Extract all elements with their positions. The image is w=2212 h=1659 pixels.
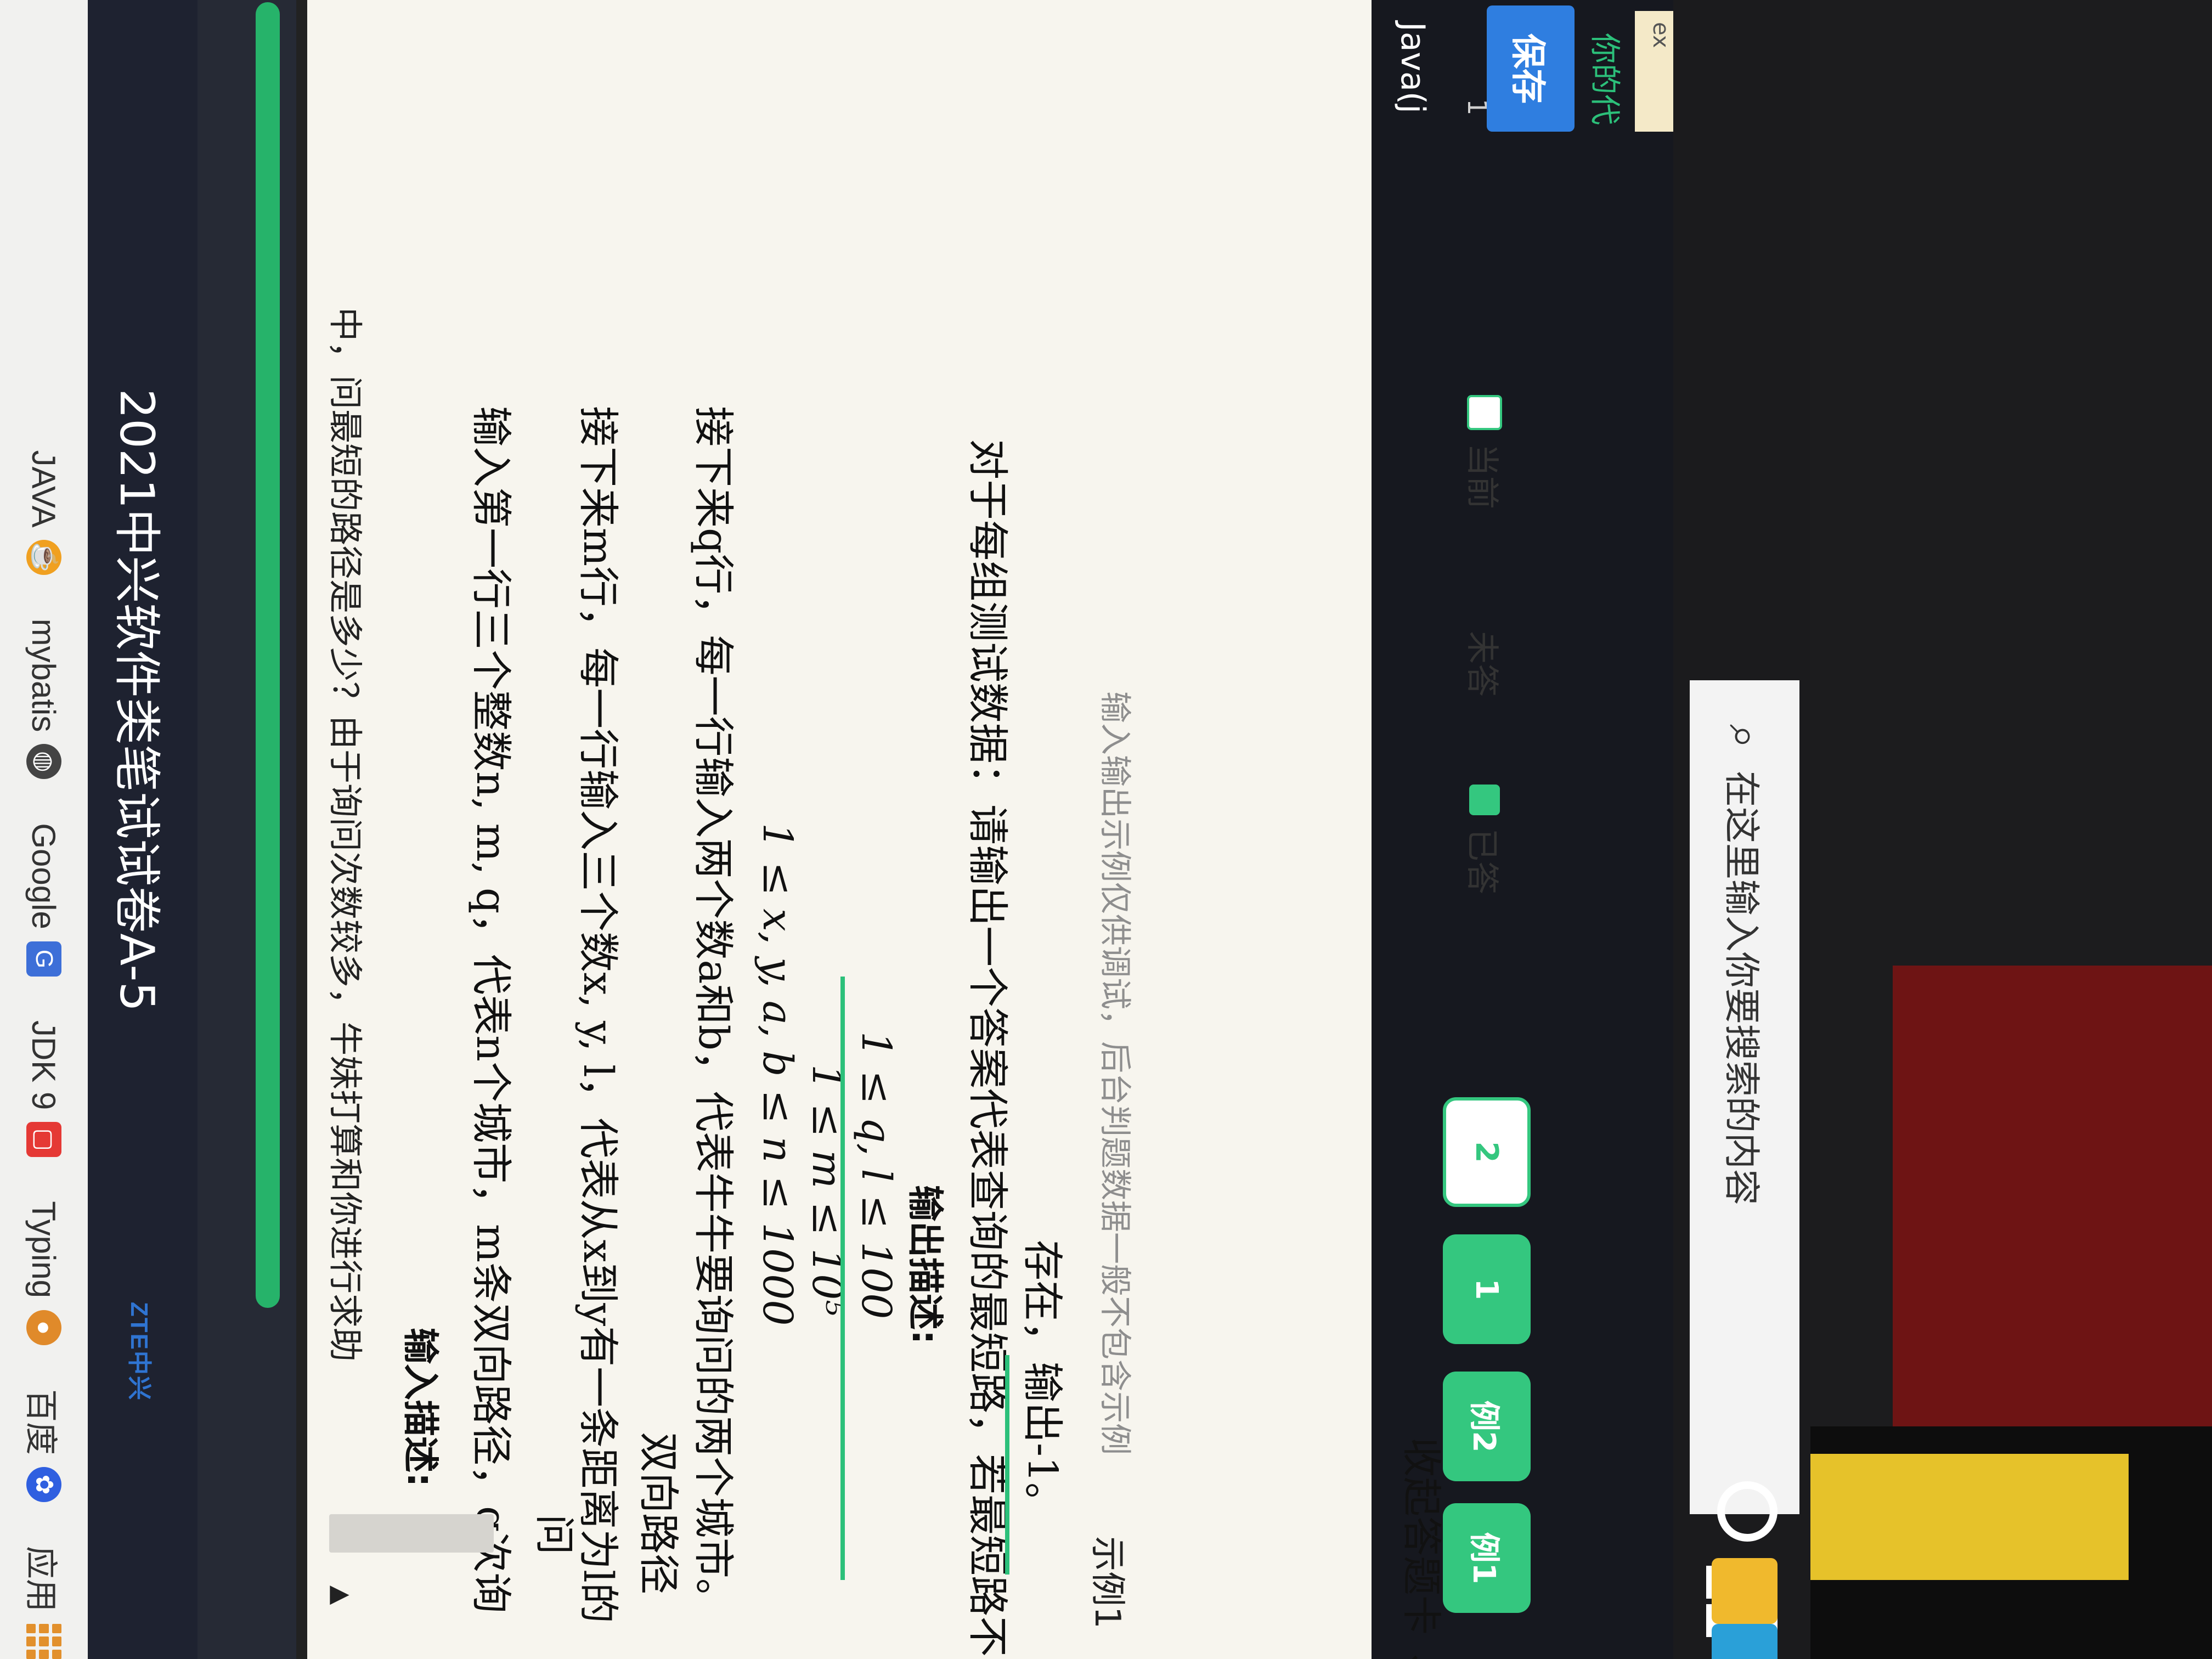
question-cutoff-text: 中，问最短的路径是多少？由于询问次数较多，牛妹打算和你进行求助: [325, 307, 365, 1362]
constraint-1: 1 ≤ x, y, a, b ≤ n ≤ 1000: [754, 823, 801, 1326]
legend-unanswered-label: 未答: [1463, 631, 1501, 697]
bookmark-mybatis[interactable]: ◍ mybatis: [25, 619, 63, 780]
bookmark-jdk9[interactable]: ▢ JDK 9: [25, 1020, 63, 1158]
legend-current: 当前: [1461, 395, 1509, 509]
legend-current-label: 当前: [1463, 443, 1501, 509]
file-explorer-icon[interactable]: [1712, 1558, 1778, 1624]
monitor-screen: ⌕ 在这里输入你要搜索的内容 Java(j 1 保存 你的代 ex 中，问最短的…: [0, 0, 1810, 1659]
java-icon: ☕: [26, 539, 61, 575]
exam-title-bar: ZTE中兴 2021中兴软件类笔试试卷A-5: [88, 0, 198, 1659]
bookmark-mybatis-label: mybatis: [25, 618, 63, 732]
input-line-4: 双向路径: [635, 1432, 682, 1594]
input-section-underline: [840, 977, 845, 1580]
answer-button-1[interactable]: 1: [1443, 1234, 1531, 1344]
windows-taskbar: ⌕ 在这里输入你要搜索的内容: [1673, 0, 1810, 1659]
input-line-3: 接下来m行，每一行输入三个数x, y, l，代表从x到y有一条距离为l的: [574, 406, 622, 1623]
jdk-icon: ▢: [26, 1122, 61, 1158]
bookmark-google-label: Google: [25, 823, 63, 929]
apps-grid-icon: [26, 1624, 61, 1659]
taskbar-search-box[interactable]: ⌕ 在这里输入你要搜索的内容: [1690, 680, 1799, 1514]
output-line-1: 对于每组测试数据：请输出一个答案代表查询的最短路，若最短路不: [964, 439, 1011, 1657]
scroll-up-arrow-icon[interactable]: ▲: [327, 1585, 357, 1605]
current-swatch-icon: [1467, 395, 1503, 430]
zte-logo: ZTE中兴: [126, 1301, 153, 1401]
google-icon: G: [26, 941, 61, 977]
cortana-icon[interactable]: [1717, 1481, 1778, 1542]
constraint-3: 1 ≤ q, l ≤ 100: [853, 1031, 900, 1319]
legend-answered-label: 已答: [1463, 828, 1501, 894]
bookmark-jdk9-label: JDK 9: [25, 1020, 63, 1110]
output-line-2: 存在，输出-1。: [1019, 1240, 1066, 1523]
bookmark-java[interactable]: ☕ JAVA: [25, 450, 63, 575]
bookmark-baidu-label: 百度: [22, 1389, 60, 1455]
bookmarks-bar: 应用 ✿ 百度 ● Typing ▢ JDK 9 G Google ◍ myba…: [0, 0, 88, 1659]
taskbar-search-placeholder: 在这里输入你要搜索的内容: [1720, 770, 1763, 1205]
input-heading: 输入描述:: [399, 1328, 442, 1487]
typing-icon: ●: [26, 1310, 61, 1345]
exam-progress-bar: [256, 2, 280, 1308]
bookmark-java-label: JAVA: [25, 450, 63, 528]
bookmark-apps-label: 应用: [22, 1546, 60, 1612]
bookmark-typing[interactable]: ● Typing: [25, 1201, 63, 1345]
output-heading: 输出描述:: [904, 1185, 946, 1345]
answer-button-example-1[interactable]: 例1: [1443, 1503, 1531, 1613]
input-line-1: 输入第一行三个整数n, m, q，代表n个城市，m条双向路径，q次询: [467, 406, 515, 1613]
baidu-paw-icon: ✿: [26, 1467, 61, 1502]
answer-button-example-2[interactable]: 例2: [1443, 1372, 1531, 1481]
question-card: 中，问最短的路径是多少？由于询问次数较多，牛妹打算和你进行求助 输入描述: 输入…: [307, 0, 1372, 1659]
legend-unanswered: 未答: [1461, 631, 1509, 697]
media-player-icon[interactable]: [1712, 1624, 1778, 1659]
legend-answered: 已答: [1461, 785, 1509, 894]
bookmark-baidu[interactable]: ✿ 百度: [20, 1389, 68, 1502]
input-line-5: 接下来q行，每一行输入两个数a和b，代表牛牛要询问的两个城市。: [690, 406, 737, 1619]
bookmark-google[interactable]: G Google: [25, 823, 63, 977]
answer-card-bar: 收起答题卡 ⌄ 例1 例2 1 2 已答 未答 当前: [1372, 0, 1673, 1659]
progress-track: [198, 0, 296, 1659]
exam-title: 2021中兴软件类笔试试卷A-5: [109, 388, 164, 1012]
search-icon: ⌕: [1719, 724, 1770, 749]
bookmark-typing-label: Typing: [25, 1201, 63, 1298]
card-scrollbar[interactable]: [329, 1514, 494, 1553]
answered-swatch-icon: [1469, 785, 1500, 815]
answer-button-2[interactable]: 2: [1443, 1097, 1531, 1207]
example-1-label: 示例1: [1087, 1536, 1127, 1629]
bookmark-apps[interactable]: 应用: [20, 1546, 68, 1659]
output-section-underline: [1005, 1355, 1009, 1575]
example-note: 输入输出示例仅供调试，后台判题数据一般不包含示例: [1097, 691, 1134, 1455]
mybatis-icon: ◍: [26, 744, 61, 780]
